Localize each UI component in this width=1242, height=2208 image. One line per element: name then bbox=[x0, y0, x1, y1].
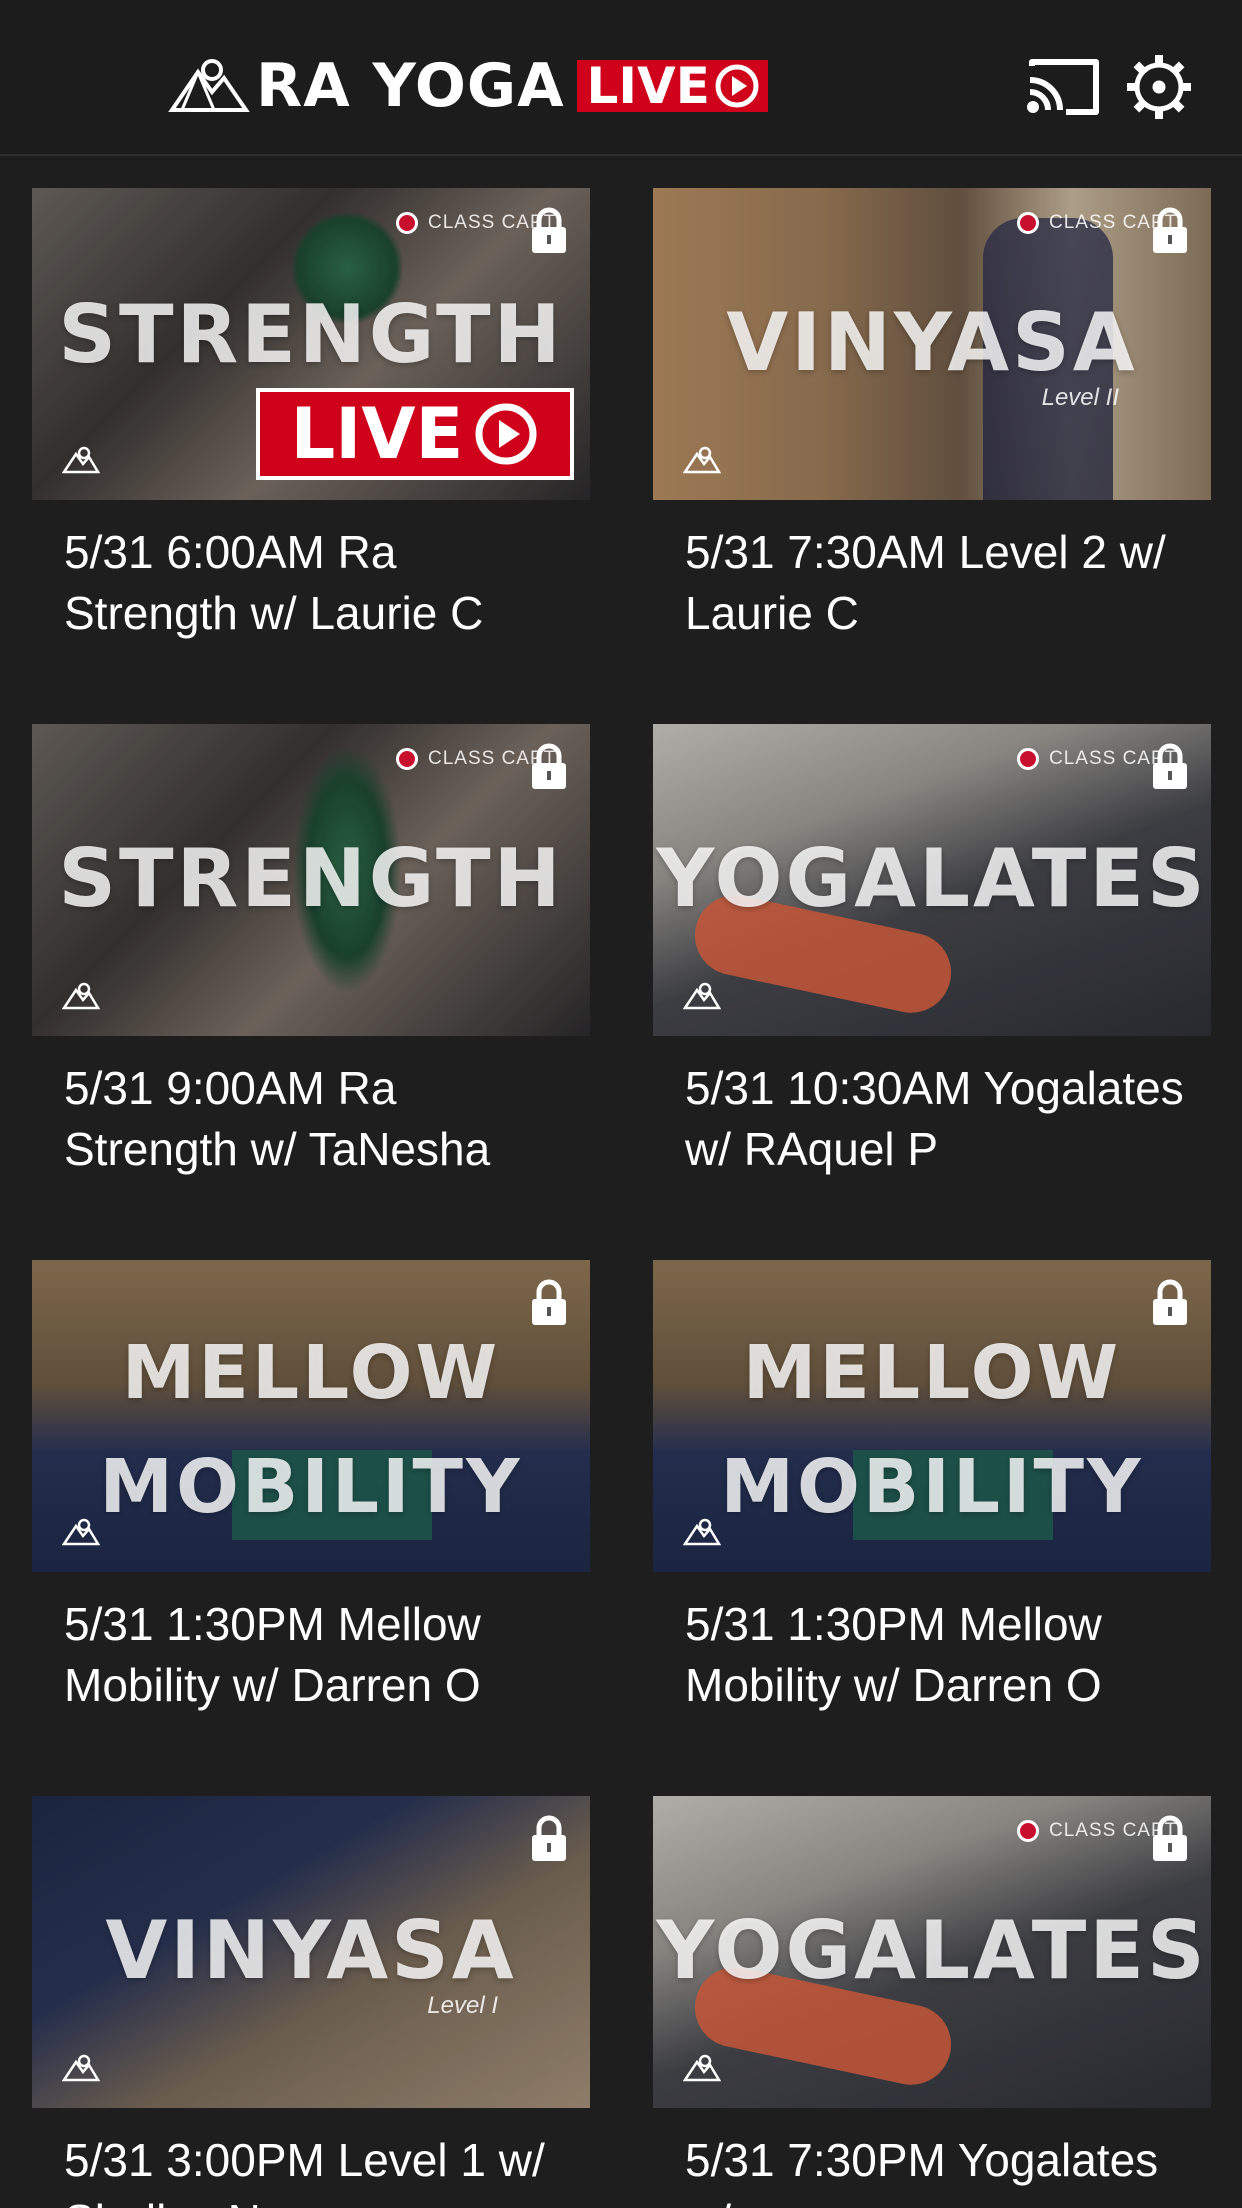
class-card[interactable]: VINYASA Level II CLASS CAPTI 5/31 7:30AM… bbox=[653, 188, 1211, 644]
record-dot-icon bbox=[1017, 1820, 1039, 1842]
logo-text: RA YOGA bbox=[256, 51, 565, 121]
thumbnail-title: YOGALATES bbox=[656, 1904, 1208, 1997]
class-title[interactable]: 5/31 3:00PM Level 1 w/ Shelley N bbox=[32, 2130, 590, 2208]
mountain-logo-icon bbox=[62, 1518, 100, 1546]
class-card[interactable]: STRENGTH LIVE CLASS CAPTI 5/31 6:00AM Ra… bbox=[32, 188, 590, 644]
app-logo: RA YOGA LIVE bbox=[168, 56, 768, 116]
mountain-logo-icon bbox=[683, 2054, 721, 2082]
lock-icon bbox=[1153, 1815, 1187, 1861]
thumbnail-title: VINYASA bbox=[105, 1904, 517, 1997]
class-thumbnail[interactable]: VINYASA Level I bbox=[32, 1796, 590, 2108]
class-thumbnail[interactable]: YOGALATES CLASS CAPTI bbox=[653, 1796, 1211, 2108]
logo-live-badge: LIVE bbox=[576, 57, 768, 115]
class-card[interactable]: YOGALATES CLASS CAPTI 5/31 7:30PM Yogala… bbox=[653, 1796, 1211, 2208]
thumbnail-title: YOGALATES bbox=[656, 832, 1208, 925]
lock-icon bbox=[532, 1279, 566, 1325]
class-thumbnail[interactable]: YOGALATES CLASS CAPTI bbox=[653, 724, 1211, 1036]
class-thumbnail[interactable]: STRENGTH LIVE CLASS CAPTI bbox=[32, 188, 590, 500]
class-title[interactable]: 5/31 9:00AM Ra Strength w/ TaNesha bbox=[32, 1058, 590, 1180]
thumbnail-level: Level II bbox=[1041, 384, 1119, 411]
class-card[interactable]: STRENGTH CLASS CAPTI 5/31 9:00AM Ra Stre… bbox=[32, 724, 590, 1180]
thumbnail-level: Level I bbox=[427, 1992, 498, 2019]
lock-icon bbox=[532, 207, 566, 253]
app-header: RA YOGA LIVE bbox=[0, 0, 1242, 156]
play-circle-icon bbox=[715, 64, 759, 108]
mountain-logo-icon bbox=[62, 2054, 100, 2082]
class-card[interactable]: YOGALATES CLASS CAPTI 5/31 10:30AM Yogal… bbox=[653, 724, 1211, 1180]
record-dot-icon bbox=[396, 748, 418, 770]
live-badge: LIVE bbox=[256, 388, 574, 480]
record-dot-icon bbox=[396, 212, 418, 234]
record-dot-icon bbox=[1017, 212, 1039, 234]
thumbnail-title: STRENGTH bbox=[58, 832, 564, 925]
play-circle-icon bbox=[475, 403, 537, 465]
class-title[interactable]: 5/31 6:00AM Ra Strength w/ Laurie C bbox=[32, 522, 590, 644]
mountain-logo-icon bbox=[62, 446, 100, 474]
lock-icon bbox=[1153, 743, 1187, 789]
live-badge-label: LIVE bbox=[290, 393, 464, 475]
class-grid: STRENGTH LIVE CLASS CAPTI 5/31 6:00AM Ra… bbox=[0, 156, 1242, 2208]
thumbnail-title: STRENGTH bbox=[58, 288, 564, 381]
thumbnail-title: MELLOW MOBILITY bbox=[720, 1330, 1144, 1530]
lock-icon bbox=[1153, 207, 1187, 253]
thumbnail-title: MELLOW MOBILITY bbox=[99, 1330, 523, 1530]
class-thumbnail[interactable]: MELLOW MOBILITY bbox=[32, 1260, 590, 1572]
class-thumbnail[interactable]: MELLOW MOBILITY bbox=[653, 1260, 1211, 1572]
class-title[interactable]: 5/31 1:30PM Mellow Mobility w/ Darren O bbox=[32, 1594, 590, 1716]
class-title[interactable]: 5/31 10:30AM Yogalates w/ RAquel P bbox=[653, 1058, 1211, 1180]
lock-icon bbox=[532, 743, 566, 789]
class-card[interactable]: MELLOW MOBILITY 5/31 1:30PM Mellow Mobil… bbox=[32, 1260, 590, 1716]
gear-icon[interactable] bbox=[1126, 54, 1192, 120]
cast-icon[interactable] bbox=[1026, 56, 1100, 118]
lock-icon bbox=[532, 1815, 566, 1861]
lock-icon bbox=[1153, 1279, 1187, 1325]
class-card[interactable]: MELLOW MOBILITY 5/31 1:30PM Mellow Mobil… bbox=[653, 1260, 1211, 1716]
class-title[interactable]: 5/31 1:30PM Mellow Mobility w/ Darren O bbox=[653, 1594, 1211, 1716]
record-dot-icon bbox=[1017, 748, 1039, 770]
class-title[interactable]: 5/31 7:30PM Yogalates w/ bbox=[653, 2130, 1211, 2208]
thumbnail-title: VINYASA bbox=[726, 296, 1138, 389]
mountain-logo-icon bbox=[683, 1518, 721, 1546]
logo-live-label: LIVE bbox=[586, 57, 710, 115]
class-card[interactable]: VINYASA Level I 5/31 3:00PM Level 1 w/ S… bbox=[32, 1796, 590, 2208]
mountain-logo-icon bbox=[683, 446, 721, 474]
mountain-logo-icon bbox=[168, 59, 250, 112]
class-thumbnail[interactable]: STRENGTH CLASS CAPTI bbox=[32, 724, 590, 1036]
mountain-logo-icon bbox=[62, 982, 100, 1010]
mountain-logo-icon bbox=[683, 982, 721, 1010]
class-title[interactable]: 5/31 7:30AM Level 2 w/ Laurie C bbox=[653, 522, 1211, 644]
class-thumbnail[interactable]: VINYASA Level II CLASS CAPTI bbox=[653, 188, 1211, 500]
